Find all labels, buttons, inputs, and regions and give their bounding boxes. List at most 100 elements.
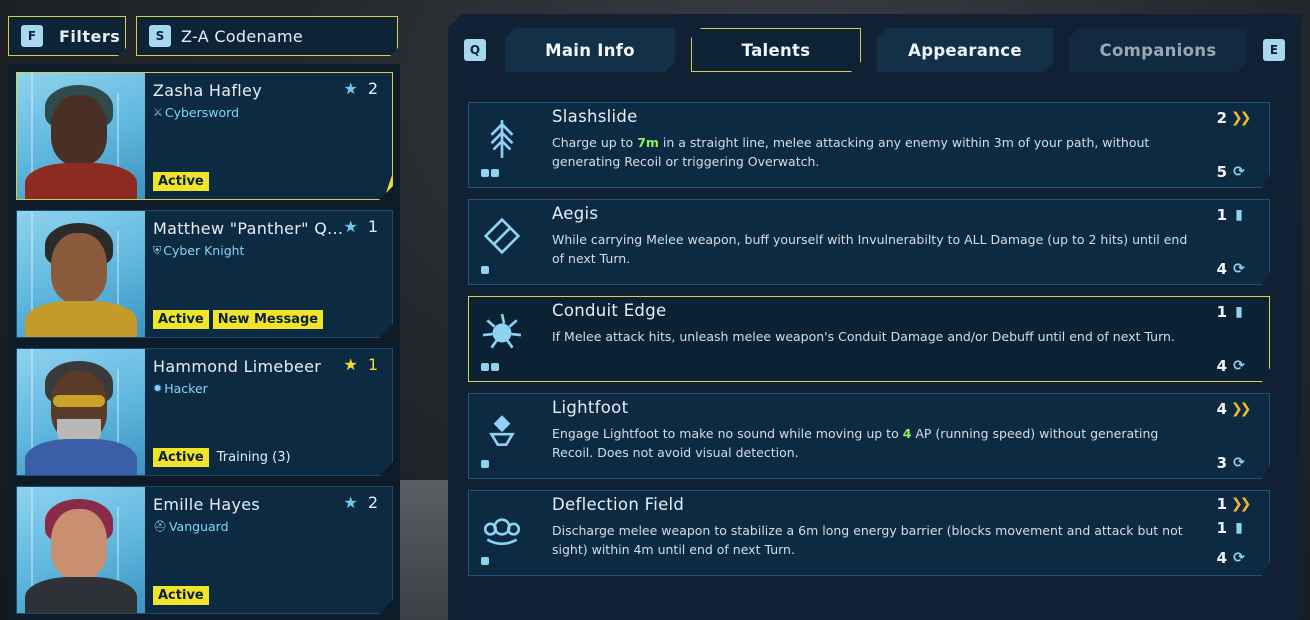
character-class: ⛑ Vanguard (153, 519, 229, 534)
status-badge-new-message: New Message (213, 310, 323, 329)
cooldown-icon: ⟳ (1233, 550, 1245, 566)
character-list: Zasha Hafley ⚔ Cybersword ★ 2 Active Mat… (8, 64, 400, 620)
status-badges: Active Training (3) (153, 448, 291, 467)
talent-description: Charge up to 7m in a straight line, mele… (552, 135, 1150, 169)
character-name: Emille Hayes (153, 495, 261, 514)
portrait-emille (17, 487, 145, 613)
cooldown: 4 ⟳ (1217, 357, 1247, 375)
prev-tab-hotkey[interactable]: Q (464, 39, 486, 61)
rank-star-icon: ★ (343, 79, 358, 98)
character-card-hammond[interactable]: Hammond Limebeer ✹ Hacker ★ 1 Active Tra… (16, 348, 393, 476)
talent-slots (481, 266, 489, 274)
talent-description: Discharge melee weapon to stabilize a 6m… (552, 523, 1183, 557)
cooldown-icon: ⟳ (1233, 358, 1245, 374)
cooldown-icon: ⟳ (1233, 261, 1245, 277)
bug-class-icon: ✹ (153, 382, 163, 395)
sort-hotkey: S (149, 25, 171, 47)
helmet-class-icon: ⛑ (153, 520, 167, 533)
character-class: ✹ Hacker (153, 381, 208, 396)
ap-chevron-icon: ❯❯ (1231, 401, 1249, 417)
character-name: Zasha Hafley (153, 81, 262, 100)
shield-icon (479, 210, 525, 262)
portrait-zasha (17, 73, 145, 199)
selected-corner-marker (384, 175, 392, 199)
character-card-zasha[interactable]: Zasha Hafley ⚔ Cybersword ★ 2 Active (16, 72, 393, 200)
class-label: Hacker (164, 381, 208, 396)
class-label: Cybersword (164, 105, 240, 120)
filters-button[interactable]: F Filters (8, 16, 126, 56)
talent-name: Conduit Edge (552, 301, 667, 320)
character-name: Matthew "Panther" Q... (153, 219, 343, 238)
ap-chevron-icon: ❯❯ (1231, 496, 1249, 512)
next-tab-hotkey[interactable]: E (1263, 39, 1285, 61)
talent-slots (481, 169, 499, 177)
talent-conduit-edge[interactable]: Conduit Edge If Melee attack hits, unlea… (468, 296, 1270, 382)
talent-deflection-field[interactable]: Deflection Field Discharge melee weapon … (468, 490, 1270, 576)
rank-star-icon: ★ (343, 493, 358, 512)
training-status: Training (3) (216, 450, 291, 465)
status-badges: Active (153, 172, 209, 191)
rank: ★ 1 (343, 355, 378, 374)
talent-slots (481, 460, 489, 468)
sort-label: Z-A Codename (181, 26, 304, 46)
talent-name: Slashslide (552, 107, 638, 126)
status-badges: Active (153, 586, 209, 605)
character-name: Hammond Limebeer (153, 357, 322, 376)
portrait-hammond (17, 349, 145, 475)
talent-slots (481, 363, 499, 371)
talent-lightfoot[interactable]: Lightfoot Engage Lightfoot to make no so… (468, 393, 1270, 479)
talent-name: Aegis (552, 204, 599, 223)
ap-cost: 2 ❯❯ (1216, 109, 1249, 127)
ap-cost: 4 ❯❯ (1216, 400, 1249, 418)
charges: 1 ▮ (1217, 206, 1247, 224)
sort-button[interactable]: S Z-A Codename (136, 16, 398, 56)
class-label: Cyber Knight (163, 243, 245, 258)
tab-bar: Q Main Info Talents Appearance Companion… (448, 14, 1302, 84)
cooldown: 5 ⟳ (1217, 163, 1247, 181)
talent-description: If Melee attack hits, unleash melee weap… (552, 329, 1175, 344)
rank-star-icon: ★ (343, 217, 358, 236)
cooldown: 4 ⟳ (1217, 260, 1247, 278)
charges-icon: ▮ (1235, 520, 1243, 536)
rank-number: 1 (367, 355, 378, 374)
status-badge-active: Active (153, 310, 209, 329)
portrait-matthew (17, 211, 145, 337)
talent-name: Deflection Field (552, 495, 685, 514)
status-badge-active: Active (153, 172, 209, 191)
rank-number: 2 (367, 493, 378, 512)
tab-companions[interactable]: Companions (1069, 28, 1247, 72)
ap-cost: 1 ❯❯ (1216, 495, 1249, 513)
rank: ★ 2 (343, 493, 378, 512)
class-label: Vanguard (168, 519, 229, 534)
talent-slots (481, 557, 489, 565)
spiked-orb-icon (479, 307, 525, 359)
rank: ★ 2 (343, 79, 378, 98)
slash-arrow-icon (479, 113, 525, 165)
rank-number: 2 (367, 79, 378, 98)
cooldown-icon: ⟳ (1233, 455, 1245, 471)
filters-label: Filters (59, 26, 121, 46)
charges-icon: ▮ (1235, 207, 1243, 223)
character-card-matthew[interactable]: Matthew "Panther" Q... ⛨ Cyber Knight ★ … (16, 210, 393, 338)
foot-icon (479, 404, 525, 456)
talent-description: While carrying Melee weapon, buff yourse… (552, 232, 1188, 266)
charges-icon: ▮ (1235, 304, 1243, 320)
filters-hotkey: F (21, 25, 43, 47)
character-card-emille[interactable]: Emille Hayes ⛑ Vanguard ★ 2 Active (16, 486, 393, 614)
tab-main-info[interactable]: Main Info (505, 28, 675, 72)
knight-class-icon: ⛨ (153, 243, 162, 257)
talent-aegis[interactable]: Aegis While carrying Melee weapon, buff … (468, 199, 1270, 285)
rank-star-icon: ★ (343, 355, 358, 374)
status-badge-active: Active (153, 448, 209, 467)
talent-description: Engage Lightfoot to make no sound while … (552, 426, 1159, 460)
character-class: ⛨ Cyber Knight (153, 243, 244, 258)
talent-slashslide[interactable]: Slashslide Charge up to 7m in a straight… (468, 102, 1270, 188)
character-class: ⚔ Cybersword (153, 105, 239, 120)
status-badge-active: Active (153, 586, 209, 605)
charges: 1 ▮ (1217, 303, 1247, 321)
tab-appearance[interactable]: Appearance (877, 28, 1053, 72)
cooldown-icon: ⟳ (1233, 164, 1245, 180)
cooldown: 4 ⟳ (1217, 549, 1247, 567)
tab-talents[interactable]: Talents (691, 28, 861, 72)
cooldown: 3 ⟳ (1217, 454, 1247, 472)
